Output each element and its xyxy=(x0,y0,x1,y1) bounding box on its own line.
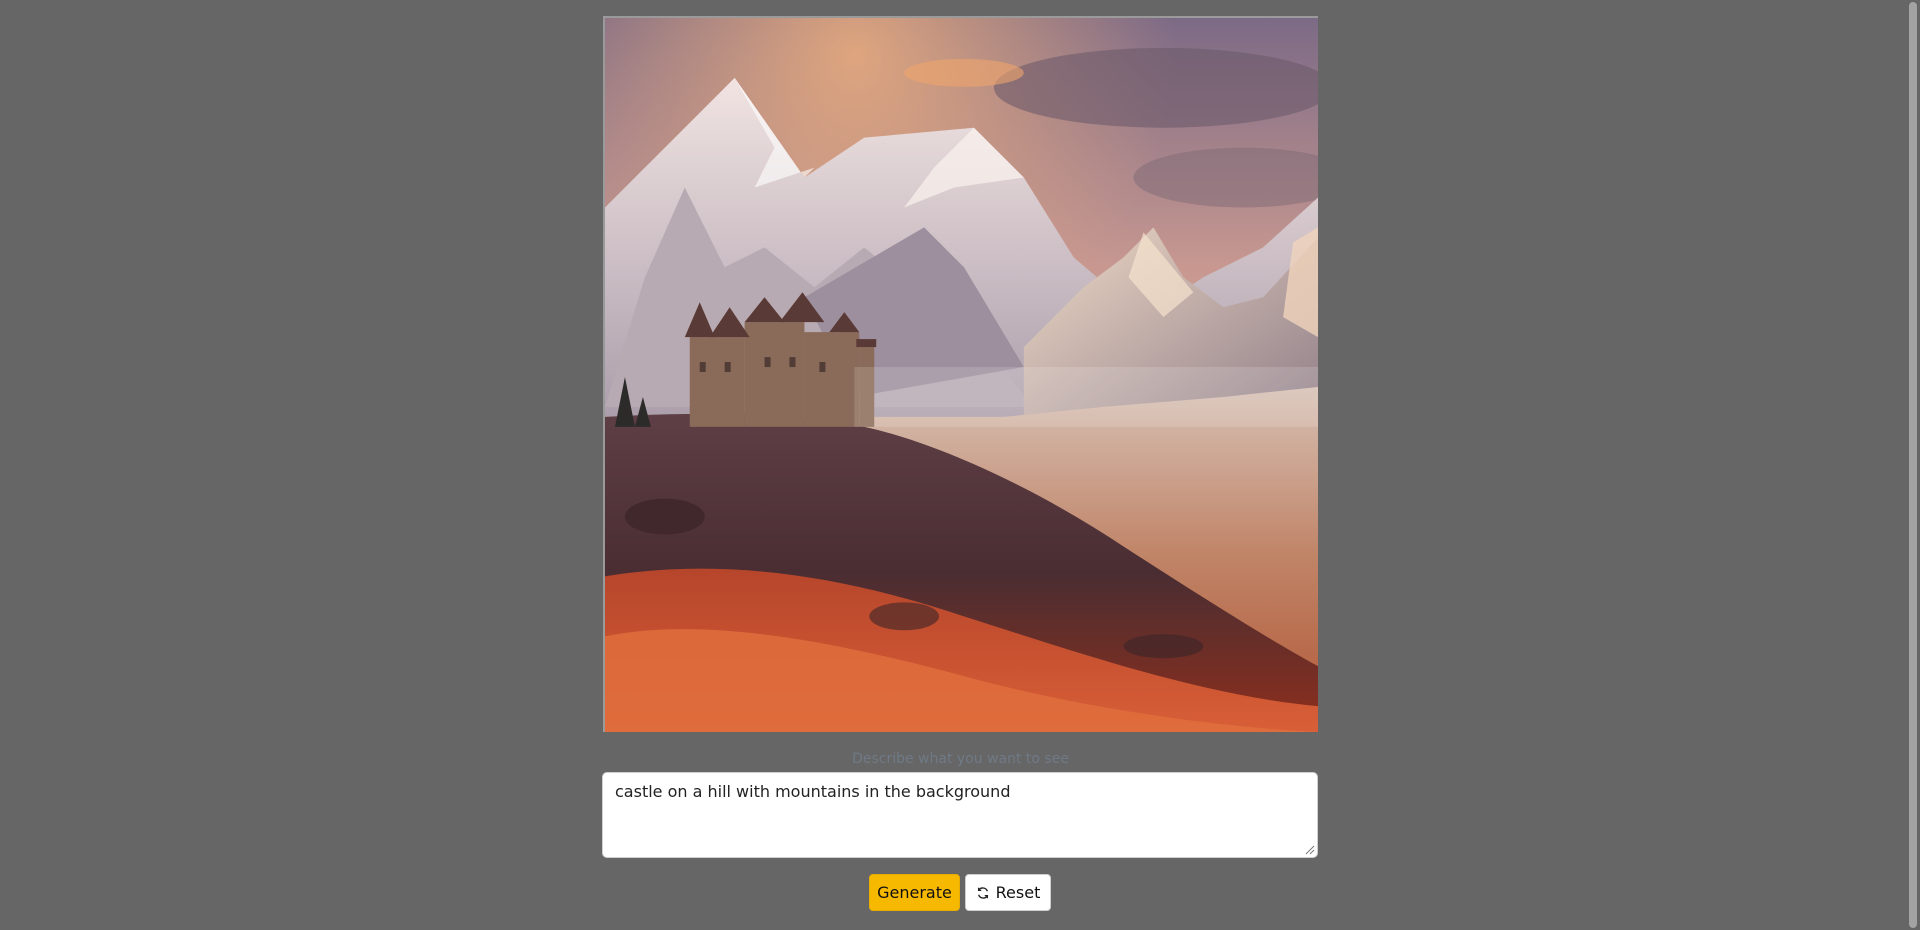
generated-image xyxy=(603,16,1318,732)
scrollbar-thumb[interactable] xyxy=(1909,2,1917,928)
prompt-hint-label: Describe what you want to see xyxy=(852,751,1069,767)
page-scrollbar[interactable] xyxy=(1904,0,1920,930)
generate-button[interactable]: Generate xyxy=(869,874,960,911)
prompt-textarea[interactable]: castle on a hill with mountains in the b… xyxy=(602,772,1318,858)
reset-button-label: Reset xyxy=(995,883,1041,902)
generated-image-artwork xyxy=(605,18,1318,732)
refresh-icon xyxy=(977,886,988,899)
reset-button[interactable]: Reset xyxy=(965,874,1051,911)
app-page: Describe what you want to see castle on … xyxy=(0,0,1920,930)
generate-button-label: Generate xyxy=(877,883,952,902)
resize-handle-icon[interactable] xyxy=(1305,845,1315,855)
